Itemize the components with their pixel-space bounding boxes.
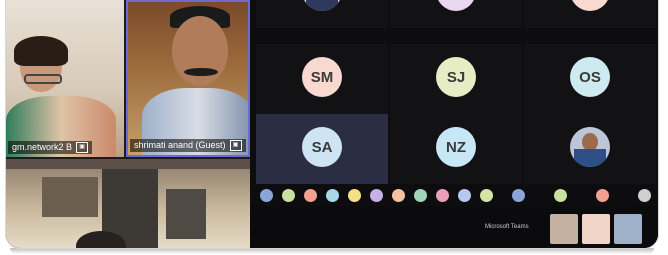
participant-dot[interactable] bbox=[480, 189, 493, 202]
participant-dot[interactable] bbox=[638, 189, 651, 202]
participant-tile-selected[interactable]: SA bbox=[256, 114, 388, 184]
video-tile-1[interactable]: gm.network2 B ▣ bbox=[6, 0, 124, 157]
microsoft-teams-label: Microsoft Teams bbox=[485, 224, 529, 230]
participant-tile[interactable] bbox=[524, 114, 656, 184]
video-tile-name: gm.network2 B ▣ bbox=[8, 140, 93, 154]
participant-dot[interactable] bbox=[436, 189, 449, 202]
participant-photo bbox=[302, 0, 342, 11]
participant-tile[interactable]: O bbox=[524, 0, 656, 28]
participant-avatar: OS bbox=[570, 57, 610, 97]
participant-dot[interactable] bbox=[512, 189, 525, 202]
video-tile-name-text: gm.network2 B bbox=[12, 141, 73, 152]
video-tile-name-text: shrimati anand (Guest) bbox=[134, 139, 226, 150]
self-view-thumb[interactable] bbox=[582, 214, 610, 244]
participant-tile[interactable]: SJ bbox=[390, 44, 522, 114]
participant-photo bbox=[570, 127, 610, 167]
pin-icon[interactable]: ▣ bbox=[76, 142, 89, 153]
shelf bbox=[42, 177, 98, 217]
participant-avatar: SA bbox=[302, 127, 342, 167]
video-tile-name: shrimati anand (Guest) ▣ bbox=[130, 138, 246, 152]
participant-dot[interactable] bbox=[348, 189, 361, 202]
participant-hair bbox=[14, 36, 68, 66]
photo-suit bbox=[574, 149, 606, 167]
participant-tile[interactable] bbox=[256, 0, 388, 28]
participant-avatar: SJ bbox=[436, 57, 476, 97]
participant-dot[interactable] bbox=[326, 189, 339, 202]
participant-dot[interactable] bbox=[554, 189, 567, 202]
video-tile-2[interactable]: shrimati anand (Guest) ▣ bbox=[126, 0, 250, 157]
participant-tile[interactable]: SM bbox=[256, 44, 388, 114]
participant-avatar: NZ bbox=[436, 127, 476, 167]
participant-avatar: DS bbox=[436, 0, 476, 11]
pin-icon[interactable]: ▣ bbox=[229, 140, 242, 151]
participant-tile[interactable]: NZ bbox=[390, 114, 522, 184]
participant-dot[interactable] bbox=[596, 189, 609, 202]
participant-avatar: O bbox=[570, 0, 610, 11]
participant-strip bbox=[250, 184, 658, 206]
participant-dot[interactable] bbox=[370, 189, 383, 202]
teams-gallery: DS O SM SJ OS SA NZ bbox=[250, 0, 658, 248]
participant-dot[interactable] bbox=[282, 189, 295, 202]
frame-shadow bbox=[10, 248, 654, 254]
participant-tile[interactable]: DS bbox=[390, 0, 522, 28]
participant-dot[interactable] bbox=[392, 189, 405, 202]
participant-dot[interactable] bbox=[414, 189, 427, 202]
participant-dot[interactable] bbox=[304, 189, 317, 202]
participant-dot[interactable] bbox=[458, 189, 471, 202]
photo-suit bbox=[306, 0, 338, 11]
cabinet bbox=[166, 189, 206, 239]
ceiling bbox=[6, 159, 250, 169]
glasses bbox=[24, 74, 62, 84]
teams-bottom-bar: Microsoft Teams bbox=[250, 206, 658, 248]
participant-tile[interactable]: OS bbox=[524, 44, 656, 114]
self-view-thumb[interactable] bbox=[614, 214, 642, 244]
meeting-window: gm.network2 B▣ shrimati anand (Guest)▣ D… bbox=[6, 0, 658, 248]
participant-dot[interactable] bbox=[260, 189, 273, 202]
mustache bbox=[184, 68, 218, 76]
video-tile-3[interactable] bbox=[6, 159, 250, 248]
self-view-thumb[interactable] bbox=[550, 214, 578, 244]
participant-avatar: SM bbox=[302, 57, 342, 97]
